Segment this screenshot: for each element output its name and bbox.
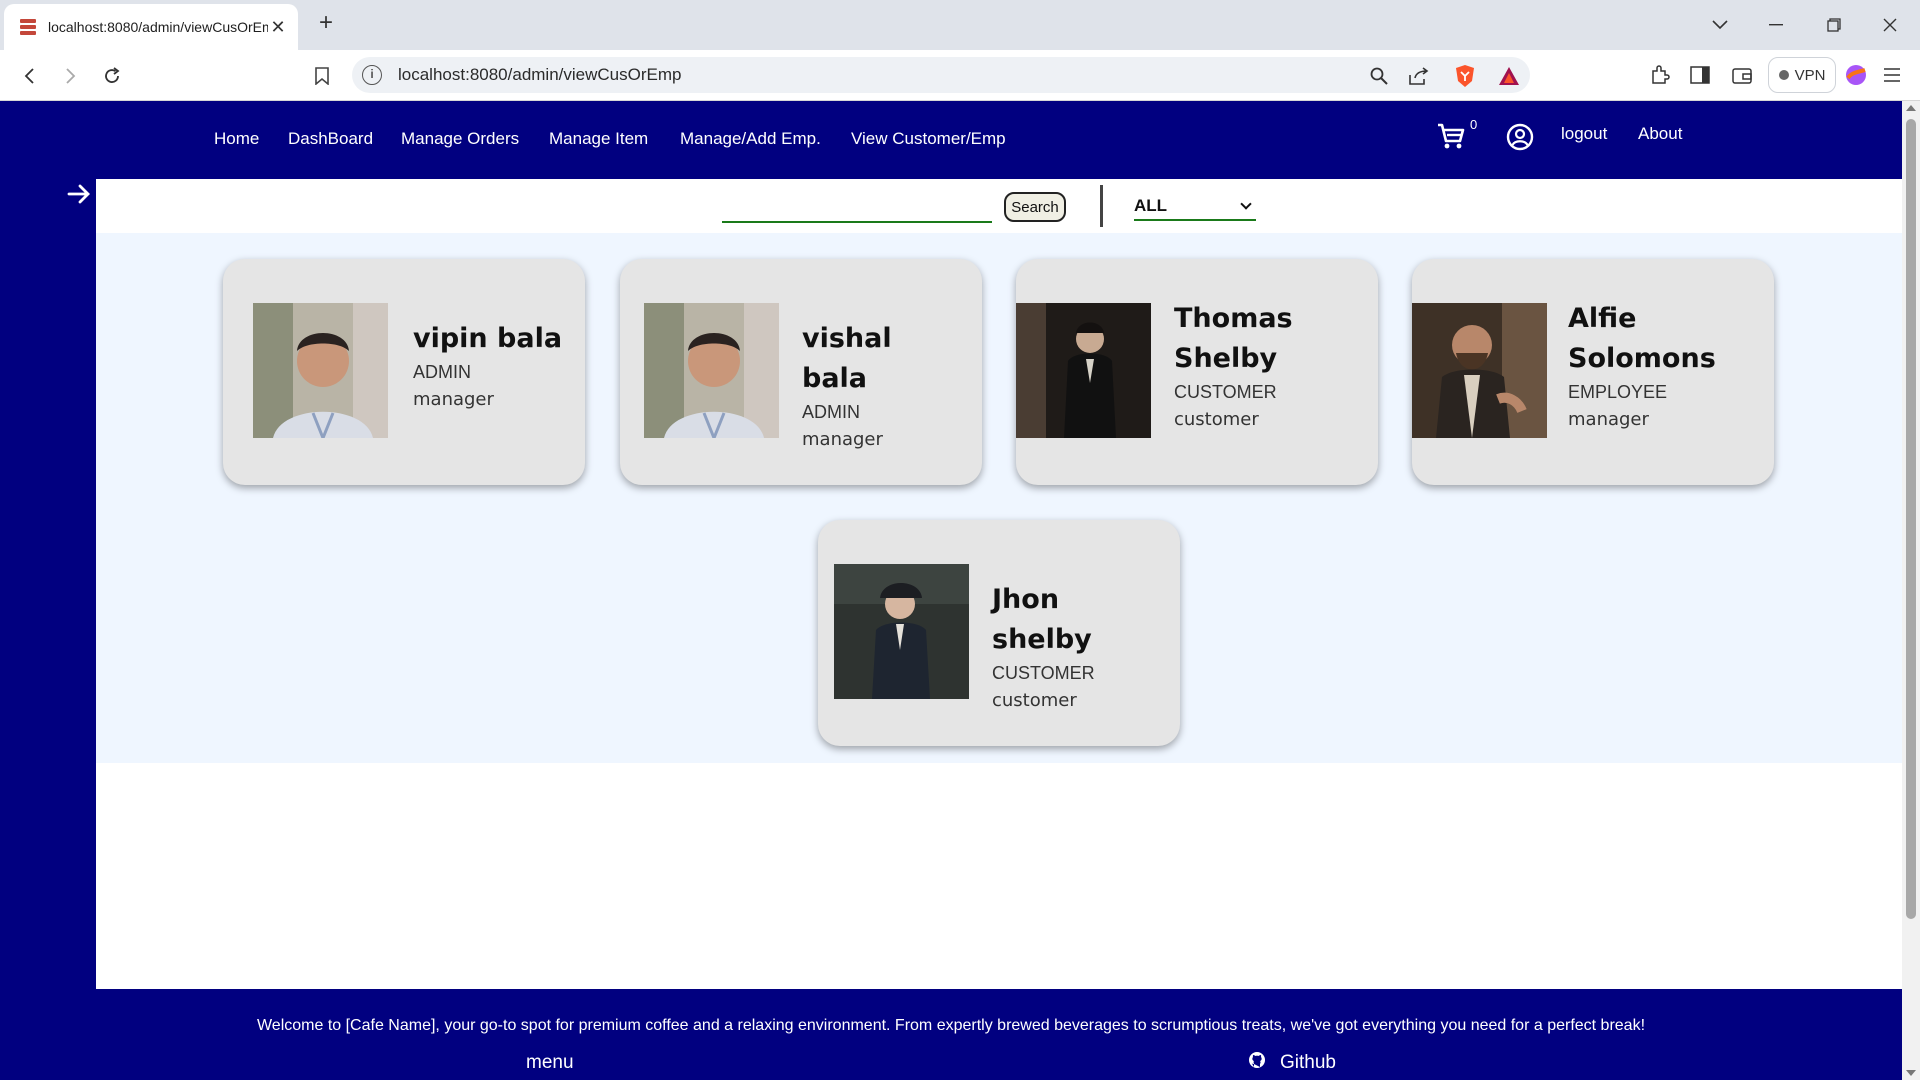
person-name: Thomas Shelby	[1174, 303, 1293, 374]
footer-menu-link[interactable]: menu	[526, 1052, 574, 1074]
page: Home DashBoard Manage Orders Manage Item…	[0, 101, 1902, 1080]
bookmark-icon[interactable]	[308, 62, 336, 90]
person-position: manager	[1568, 409, 1649, 430]
avatar	[1016, 303, 1151, 438]
close-window-icon[interactable]	[1862, 0, 1918, 50]
leo-ai-icon[interactable]	[1844, 63, 1868, 87]
browser-toolbar: i localhost:8080/admin/viewCusOrEmp VPN	[0, 50, 1920, 101]
scrollbar-thumb[interactable]	[1906, 119, 1916, 919]
minimize-icon[interactable]	[1748, 0, 1804, 50]
scroll-up-icon[interactable]	[1906, 105, 1916, 111]
person-position: customer	[1174, 409, 1259, 430]
restore-icon[interactable]	[1806, 0, 1862, 50]
avatar	[834, 564, 969, 699]
people-grid: vipin bala ADMIN manager vishal bala ADM…	[96, 233, 1902, 763]
url-text: localhost:8080/admin/viewCusOrEmp	[398, 65, 682, 84]
person-card[interactable]: vipin bala ADMIN manager	[223, 259, 585, 485]
favicon-icon	[18, 17, 38, 37]
browser-menu-icon[interactable]	[1880, 63, 1904, 87]
person-name: Alfie Solomons	[1568, 303, 1716, 374]
github-icon[interactable]	[1248, 1051, 1266, 1069]
browser-tab[interactable]: localhost:8080/admin/viewCusOrEmp ✕	[4, 4, 298, 50]
person-info: vishal bala ADMIN manager	[802, 319, 962, 453]
nav-logout[interactable]: logout	[1561, 124, 1607, 144]
person-role: CUSTOMER	[992, 663, 1095, 683]
footer-github-link[interactable]: Github	[1280, 1052, 1336, 1074]
avatar	[253, 303, 388, 438]
avatar	[644, 303, 779, 438]
page-scrollbar[interactable]	[1902, 101, 1920, 1080]
search-input[interactable]	[722, 189, 992, 223]
person-role: EMPLOYEE	[1568, 382, 1668, 402]
role-filter-select[interactable]: ALL	[1134, 193, 1256, 221]
search-divider	[1100, 185, 1103, 227]
scroll-down-icon[interactable]	[1906, 1070, 1916, 1076]
footer-welcome-text: Welcome to [Cafe Name], your go-to spot …	[256, 1017, 1646, 1034]
brave-shield-icon[interactable]	[1454, 65, 1476, 87]
person-card[interactable]: Jhon shelby CUSTOMER customer	[818, 520, 1180, 746]
search-button[interactable]: Search	[1004, 192, 1066, 222]
nav-manage-item[interactable]: Manage Item	[549, 129, 648, 149]
main-content: Search ALL vipin bala ADMIN manager vish…	[96, 179, 1902, 989]
person-role: CUSTOMER	[1174, 382, 1277, 402]
search-bar: Search ALL	[96, 179, 1902, 233]
reload-icon[interactable]	[98, 62, 126, 90]
person-info: Jhon shelby CUSTOMER customer	[992, 580, 1152, 714]
browser-tab-strip: localhost:8080/admin/viewCusOrEmp ✕ +	[0, 0, 1920, 50]
tab-list-chevron-icon[interactable]	[1692, 0, 1748, 50]
person-position: customer	[992, 690, 1077, 711]
top-navbar: Home DashBoard Manage Orders Manage Item…	[0, 101, 1902, 179]
nav-about[interactable]: About	[1638, 124, 1682, 144]
person-name: vishal bala	[802, 323, 892, 394]
nav-home[interactable]: Home	[214, 129, 259, 149]
tab-title: localhost:8080/admin/viewCusOrEmp	[48, 19, 268, 35]
sidebar-toggle-arrow-icon[interactable]	[66, 181, 92, 207]
person-role: ADMIN	[413, 362, 471, 382]
nav-manage-add-emp[interactable]: Manage/Add Emp.	[680, 129, 821, 149]
wallet-icon[interactable]	[1730, 63, 1754, 87]
person-name: vipin bala	[413, 323, 563, 354]
forward-icon[interactable]	[56, 62, 84, 90]
person-info: Thomas Shelby CUSTOMER customer	[1174, 299, 1334, 433]
role-filter-value: ALL	[1134, 196, 1168, 215]
person-info: Alfie Solomons EMPLOYEE manager	[1568, 299, 1728, 433]
person-role: ADMIN	[802, 402, 860, 422]
extensions-icon[interactable]	[1648, 63, 1672, 87]
person-card[interactable]: Thomas Shelby CUSTOMER customer	[1016, 259, 1378, 485]
nav-view-customer-emp[interactable]: View Customer/Emp	[851, 129, 1006, 149]
person-info: vipin bala ADMIN manager	[413, 319, 573, 413]
new-tab-button[interactable]: +	[312, 10, 340, 38]
address-bar[interactable]: i localhost:8080/admin/viewCusOrEmp	[352, 57, 1530, 93]
avatar	[1412, 303, 1547, 438]
back-icon[interactable]	[16, 62, 44, 90]
profile-icon[interactable]	[1506, 123, 1534, 151]
tab-close-icon[interactable]: ✕	[268, 17, 288, 38]
person-card[interactable]: Alfie Solomons EMPLOYEE manager	[1412, 259, 1774, 485]
vpn-button[interactable]: VPN	[1768, 57, 1836, 93]
person-card[interactable]: vishal bala ADMIN manager	[620, 259, 982, 485]
vpn-status-icon	[1778, 70, 1789, 80]
vpn-label: VPN	[1794, 66, 1826, 84]
person-position: manager	[802, 429, 883, 450]
chevron-down-icon	[1240, 198, 1252, 210]
sidebar-toggle-icon[interactable]	[1688, 63, 1712, 87]
zoom-icon[interactable]	[1368, 65, 1390, 87]
cart-icon[interactable]	[1436, 121, 1466, 151]
person-position: manager	[413, 389, 494, 410]
site-info-icon[interactable]: i	[362, 65, 382, 85]
nav-dashboard[interactable]: DashBoard	[288, 129, 373, 149]
nav-manage-orders[interactable]: Manage Orders	[401, 129, 519, 149]
person-name: Jhon shelby	[992, 584, 1092, 655]
cart-count-badge: 0	[1470, 117, 1478, 132]
brave-rewards-icon[interactable]	[1498, 65, 1520, 87]
share-icon[interactable]	[1408, 65, 1430, 87]
